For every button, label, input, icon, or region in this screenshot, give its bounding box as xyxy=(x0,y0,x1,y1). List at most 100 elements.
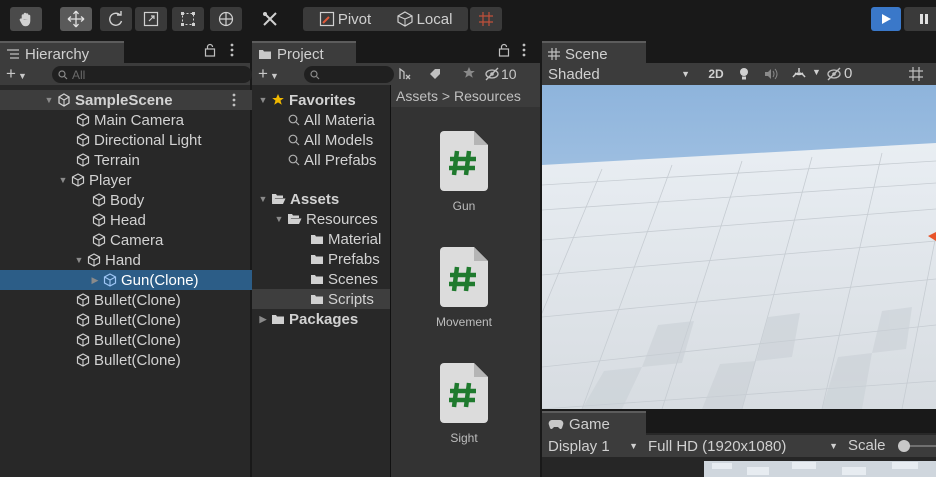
project-kebab-icon[interactable] xyxy=(522,43,526,57)
expand-arrow-icon: ▼ xyxy=(274,214,284,224)
transform-tool-icon xyxy=(217,10,235,28)
project-lock-icon[interactable] xyxy=(498,43,510,57)
tab-project[interactable]: Project xyxy=(252,41,356,65)
gamepad-icon xyxy=(548,418,564,430)
display-dropdown[interactable]: Display 1 ▼ xyxy=(548,437,638,455)
assets-row[interactable]: ▼ Assets xyxy=(258,189,340,209)
lock-icon[interactable] xyxy=(204,43,216,57)
unity-scene-icon xyxy=(57,93,71,107)
project-search-input[interactable] xyxy=(304,66,394,83)
project-panel: Project + ▼ 10 ▼ Favorites All Materia A… xyxy=(252,39,540,477)
hierarchy-item-label: Head xyxy=(110,211,146,229)
effects-dropdown-icon[interactable]: ▼ xyxy=(812,67,821,77)
tab-hierarchy[interactable]: Hierarchy xyxy=(0,41,124,65)
script-asset[interactable]: Sight xyxy=(434,363,494,445)
csharp-script-icon xyxy=(440,131,488,191)
gameobject-cube-icon xyxy=(103,273,117,287)
display-value: Display 1 xyxy=(548,437,610,455)
folder-label: Scripts xyxy=(328,290,374,308)
resolution-dropdown[interactable]: Full HD (1920x1080) ▼ xyxy=(648,437,838,455)
grid-snap-button[interactable] xyxy=(470,7,502,31)
folder-label: Material xyxy=(328,230,382,248)
project-folder-tree: ▼ Favorites All Materia All Models All P… xyxy=(252,85,448,477)
pivot-icon xyxy=(319,11,335,27)
rotate-tool-button[interactable] xyxy=(100,7,132,31)
hand-tool-button[interactable] xyxy=(10,7,42,31)
play-button[interactable] xyxy=(871,7,901,31)
resources-row[interactable]: ▼ Resources xyxy=(274,209,378,229)
lighting-toggle-icon[interactable] xyxy=(738,67,750,81)
script-asset[interactable]: Gun xyxy=(434,131,494,213)
custom-tool-button[interactable] xyxy=(254,7,286,31)
add-icon[interactable]: + ▼ xyxy=(6,64,27,84)
tab-scene[interactable]: Scene xyxy=(542,41,646,65)
local-toggle[interactable]: Local xyxy=(380,7,468,31)
folder-row[interactable]: Scenes xyxy=(310,269,378,289)
open-folder-icon xyxy=(271,193,286,205)
favorite-item[interactable]: All Models xyxy=(288,130,373,150)
game-viewport[interactable] xyxy=(542,457,936,477)
collapse-arrow-icon[interactable]: ▶ xyxy=(90,275,100,286)
grid-visibility-icon[interactable] xyxy=(908,66,924,82)
rect-tool-button[interactable] xyxy=(172,7,204,31)
folder-icon xyxy=(310,273,324,285)
favorite-item[interactable]: All Materia xyxy=(288,110,375,130)
hierarchy-search-input[interactable]: All xyxy=(52,66,252,83)
scale-label: Scale xyxy=(848,437,886,454)
expand-arrow-icon[interactable]: ▼ xyxy=(58,175,68,185)
pivot-toggle[interactable]: Pivot xyxy=(303,7,387,31)
script-asset[interactable]: Movement xyxy=(434,247,494,329)
game-tab-label: Game xyxy=(569,415,610,433)
favorites-label: Favorites xyxy=(289,91,356,109)
dropdown-arrow-icon: ▼ xyxy=(829,441,838,451)
shading-mode-dropdown[interactable]: Shaded ▼ xyxy=(548,65,690,83)
folder-row[interactable]: Prefabs xyxy=(310,249,380,269)
expand-arrow-icon[interactable]: ▼ xyxy=(74,255,84,265)
audio-toggle-icon[interactable] xyxy=(764,68,778,80)
scene-visibility-toggle[interactable]: 0 xyxy=(826,65,852,82)
grid-icon xyxy=(548,48,560,60)
breadcrumb[interactable]: Assets > Resources xyxy=(391,85,540,107)
hierarchy-panel: Hierarchy + ▼ All ▼ SampleScene Main Came… xyxy=(0,39,340,477)
pause-button[interactable] xyxy=(904,7,936,31)
gameobject-cube-icon xyxy=(87,253,101,267)
slider-thumb[interactable] xyxy=(898,440,910,452)
2d-toggle[interactable]: 2D xyxy=(702,65,730,83)
hierarchy-item-label: Body xyxy=(110,191,145,209)
asset-label: Sight xyxy=(450,431,478,445)
resolution-value: Full HD (1920x1080) xyxy=(648,437,787,455)
scale-slider[interactable] xyxy=(898,440,936,452)
hierarchy-item-label: Bullet(Clone) xyxy=(94,351,181,369)
favorite-label: All Models xyxy=(304,131,374,149)
favorites-row[interactable]: ▼ Favorites xyxy=(258,90,356,110)
move-tool-button[interactable] xyxy=(60,7,92,31)
favorite-label: All Prefabs xyxy=(304,151,377,169)
gameobject-cube-icon xyxy=(76,293,90,307)
favorite-item[interactable]: All Prefabs xyxy=(288,150,377,170)
folder-row[interactable]: Material xyxy=(310,229,381,249)
packages-row[interactable]: ▶ Packages xyxy=(258,309,359,329)
rotate-tool-icon xyxy=(108,11,124,27)
scene-viewport[interactable] xyxy=(542,85,936,409)
asset-label: Movement xyxy=(435,315,493,329)
folder-label: Prefabs xyxy=(328,250,380,268)
scale-tool-button[interactable] xyxy=(135,7,167,31)
hierarchy-item-label: Camera xyxy=(110,231,164,249)
search-icon xyxy=(58,69,68,80)
effects-toggle-icon[interactable] xyxy=(792,67,806,81)
tab-game[interactable]: Game xyxy=(542,411,646,435)
hidden-packages-toggle[interactable]: 10 xyxy=(484,66,517,82)
transform-tool-button[interactable] xyxy=(210,7,242,31)
scene-row[interactable]: ▼ SampleScene xyxy=(0,90,294,110)
local-label: Local xyxy=(416,10,453,28)
favorite-label: All Materia xyxy=(304,111,375,129)
scene-view-render xyxy=(542,85,936,409)
filter-type-icon[interactable] xyxy=(398,67,412,81)
kebab-menu-icon[interactable] xyxy=(230,43,234,57)
search-icon xyxy=(288,154,300,166)
project-toolbar: + ▼ 10 xyxy=(252,63,540,85)
filter-label-icon[interactable] xyxy=(428,67,442,81)
scene-menu-icon[interactable] xyxy=(232,93,236,107)
project-add-icon[interactable]: + ▼ xyxy=(258,64,279,84)
favorite-star-icon[interactable] xyxy=(462,66,476,80)
